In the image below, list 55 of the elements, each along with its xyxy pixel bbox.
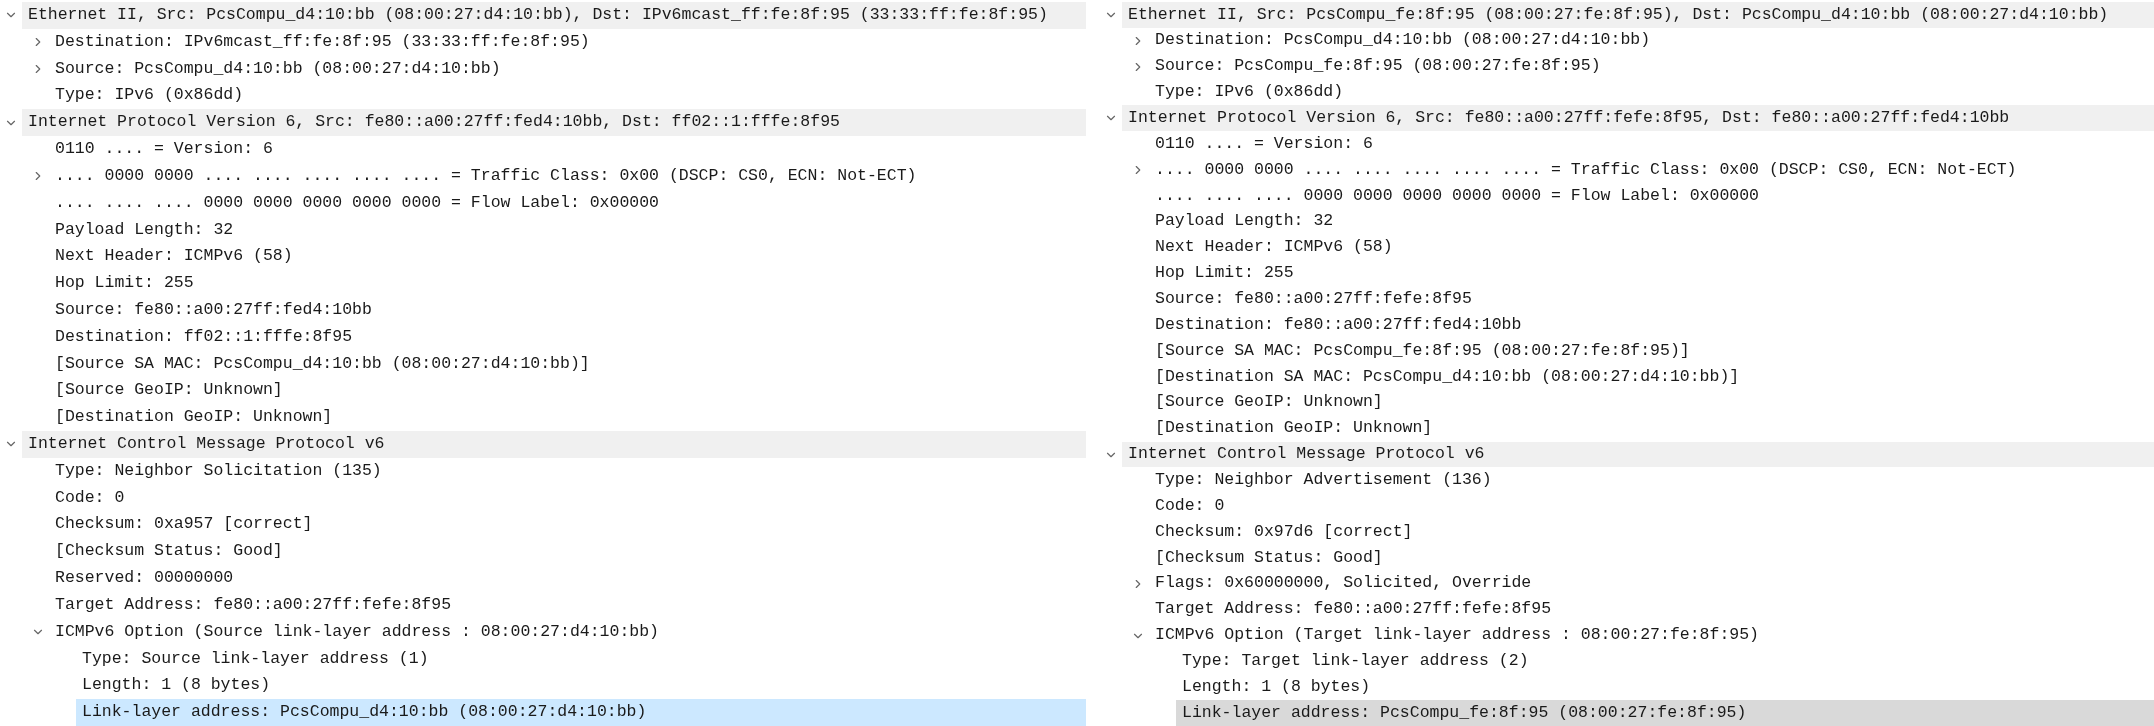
tree-item[interactable]: [Checksum Status: Good] — [1149, 545, 2154, 571]
tree-item[interactable]: Type: Target link-layer address (2) — [1176, 648, 2154, 675]
tree-item[interactable]: Type: Source link-layer address (1) — [76, 645, 1086, 673]
tree-item[interactable]: .... 0000 0000 .... .... .... .... .... = Traffic Class: 0x00 (DSCP: CS0, ECN: Not-ECT) — [49, 162, 1086, 190]
tree-item[interactable]: Destination: ff02::1:fffe:8f95 — [49, 323, 1086, 351]
tree-item[interactable]: Payload Length: 32 — [1149, 208, 2154, 235]
tree-item[interactable]: Checksum: 0x97d6 [correct] — [1149, 519, 2154, 546]
tree-item[interactable]: Length: 1 (8 bytes) — [76, 672, 1086, 700]
tree-item[interactable]: Payload Length: 32 — [49, 216, 1086, 244]
tree-item[interactable]: Source: fe80::a00:27ff:fefe:8f95 — [1149, 286, 2154, 313]
tree-item[interactable]: Destination: PcsCompu_d4:10:bb (08:00:27:d4:10:bb) — [1149, 27, 2154, 54]
tree-item[interactable]: [Destination GeoIP: Unknown] — [49, 404, 1086, 431]
tree-item[interactable]: Link-layer address: PcsCompu_d4:10:bb (08:00:27:d4:10:bb) — [76, 699, 1086, 726]
tree-item[interactable]: Length: 1 (8 bytes) — [1176, 674, 2154, 701]
tree-item[interactable]: [Source GeoIP: Unknown] — [1149, 389, 2154, 416]
tree-item[interactable]: [Source SA MAC: PcsCompu_fe:8f:95 (08:00:27:fe:8f:95)] — [1149, 338, 2154, 365]
tree-item[interactable]: Type: IPv6 (0x86dd) — [1149, 79, 2154, 106]
tree-item[interactable]: Code: 0 — [1149, 493, 2154, 520]
tree-item[interactable]: Reserved: 00000000 — [49, 565, 1086, 592]
tree-item[interactable]: Link-layer address: PcsCompu_fe:8f:95 (08:00:27:fe:8f:95) — [1176, 700, 2154, 726]
tree-item[interactable]: Target Address: fe80::a00:27ff:fefe:8f95 — [49, 591, 1086, 619]
tree-item[interactable]: Type: Neighbor Advertisement (136) — [1149, 467, 2154, 494]
tree-item[interactable]: Hop Limit: 255 — [49, 270, 1086, 297]
tree-item[interactable]: Flags: 0x60000000, Solicited, Override — [1149, 570, 2154, 597]
tree-item[interactable]: Ethernet II, Src: PcsCompu_d4:10:bb (08:00:27:d4:10:bb), Dst: IPv6mcast_ff:fe:8f:95 (33:33:ff:fe:8f:95) — [22, 2, 1086, 29]
tree-item[interactable]: Target Address: fe80::a00:27ff:fefe:8f95 — [1149, 596, 2154, 623]
tree-item[interactable]: Internet Control Message Protocol v6 — [1122, 441, 2154, 468]
tree-item[interactable]: Checksum: 0xa957 [correct] — [49, 511, 1086, 539]
tree-item[interactable]: ICMPv6 Option (Target link-layer address : 08:00:27:fe:8f:95) — [1149, 622, 2154, 649]
tree-item[interactable]: [Source GeoIP: Unknown] — [49, 377, 1086, 405]
tree-item[interactable]: Code: 0 — [49, 484, 1086, 512]
tree-item[interactable]: Internet Control Message Protocol v6 — [22, 431, 1086, 458]
tree-item[interactable]: [Source SA MAC: PcsCompu_d4:10:bb (08:00:27:d4:10:bb)] — [49, 350, 1086, 378]
tree-item[interactable]: Destination: IPv6mcast_ff:fe:8f:95 (33:33:ff:fe:8f:95) — [49, 28, 1086, 56]
tree-item[interactable]: .... .... .... 0000 0000 0000 0000 0000 = Flow Label: 0x00000 — [49, 189, 1086, 217]
tree-item[interactable]: Internet Protocol Version 6, Src: fe80::a00:27ff:fefe:8f95, Dst: fe80::a00:27ff:fed4:10bb — [1122, 105, 2154, 132]
tree-item[interactable]: Source: fe80::a00:27ff:fed4:10bb — [49, 296, 1086, 324]
tree-item[interactable]: Source: PcsCompu_d4:10:bb (08:00:27:d4:10:bb) — [49, 55, 1086, 83]
tree-item[interactable]: Type: Neighbor Solicitation (135) — [49, 457, 1086, 485]
tree-item[interactable]: .... .... .... 0000 0000 0000 0000 0000 = Flow Label: 0x00000 — [1149, 183, 2154, 209]
tree-item[interactable]: Next Header: ICMPv6 (58) — [1149, 234, 2154, 261]
tree-item[interactable]: [Destination GeoIP: Unknown] — [1149, 415, 2154, 442]
tree-item[interactable]: Source: PcsCompu_fe:8f:95 (08:00:27:fe:8f:95) — [1149, 53, 2154, 80]
tree-item[interactable]: 0110 .... = Version: 6 — [1149, 131, 2154, 158]
tree-item[interactable]: Next Header: ICMPv6 (58) — [49, 243, 1086, 271]
tree-item[interactable]: ICMPv6 Option (Source link-layer address : 08:00:27:d4:10:bb) — [49, 618, 1086, 646]
tree-item[interactable]: Destination: fe80::a00:27ff:fed4:10bb — [1149, 312, 2154, 339]
tree-item[interactable]: [Checksum Status: Good] — [49, 538, 1086, 566]
tree-item[interactable]: [Destination SA MAC: PcsCompu_d4:10:bb (08:00:27:d4:10:bb)] — [1149, 364, 2154, 390]
tree-item[interactable]: Ethernet II, Src: PcsCompu_fe:8f:95 (08:00:27:fe:8f:95), Dst: PcsCompu_d4:10:bb (08:00:27:d4:10:bb) — [1122, 2, 2154, 28]
tree-item[interactable]: 0110 .... = Version: 6 — [49, 136, 1086, 163]
tree-item[interactable]: Type: IPv6 (0x86dd) — [49, 82, 1086, 110]
tree-item[interactable]: .... 0000 0000 .... .... .... .... .... = Traffic Class: 0x00 (DSCP: CS0, ECN: Not-ECT) — [1149, 157, 2154, 183]
tree-item[interactable]: Hop Limit: 255 — [1149, 260, 2154, 287]
tree-item[interactable]: Internet Protocol Version 6, Src: fe80::a00:27ff:fed4:10bb, Dst: ff02::1:fffe:8f95 — [22, 109, 1086, 137]
